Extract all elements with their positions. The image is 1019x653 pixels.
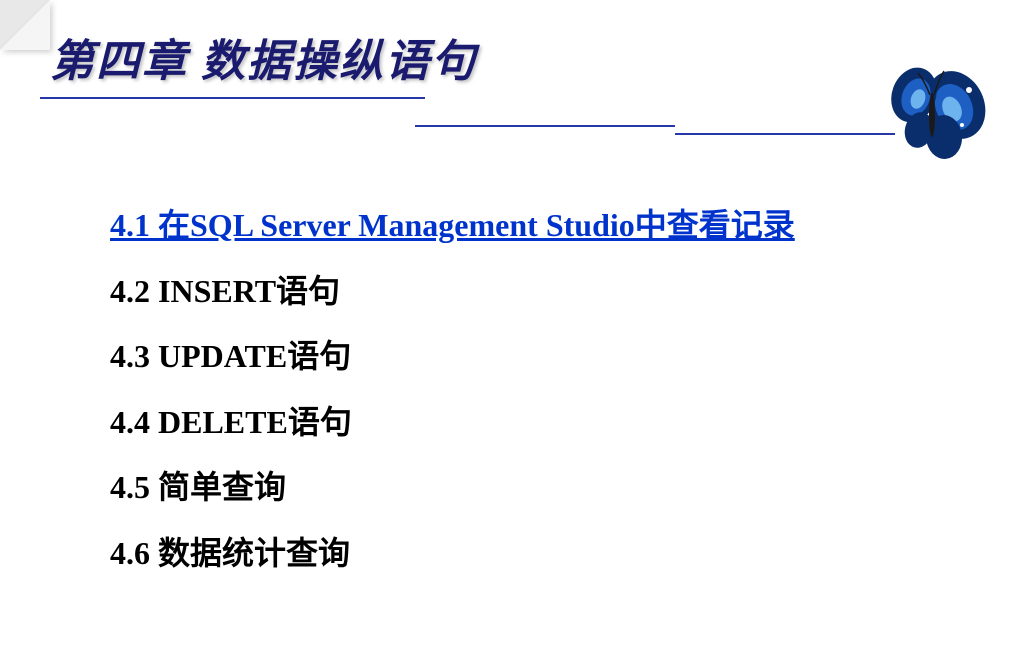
chapter-title: 第四章 数据操纵语句 xyxy=(50,25,979,89)
toc-item-4-2[interactable]: 4.2 INSERT语句 xyxy=(110,263,1019,321)
underline-segment-3 xyxy=(675,133,895,135)
underline-segment-2 xyxy=(415,125,675,127)
title-underline-decoration xyxy=(40,97,979,137)
slide-header: 第四章 数据操纵语句 xyxy=(0,0,1019,137)
toc-item-4-1[interactable]: 4.1 在SQL Server Management Studio中查看记录 xyxy=(110,197,1019,255)
butterfly-icon xyxy=(874,55,994,165)
toc-item-4-4[interactable]: 4.4 DELETE语句 xyxy=(110,394,1019,452)
toc-item-4-3[interactable]: 4.3 UPDATE语句 xyxy=(110,328,1019,386)
toc-item-4-6[interactable]: 4.6 数据统计查询 xyxy=(110,525,1019,583)
table-of-contents: 4.1 在SQL Server Management Studio中查看记录 4… xyxy=(0,137,1019,583)
toc-item-4-5[interactable]: 4.5 简单查询 xyxy=(110,459,1019,517)
underline-segment-1 xyxy=(40,97,425,99)
page-corner-fold xyxy=(0,0,50,50)
